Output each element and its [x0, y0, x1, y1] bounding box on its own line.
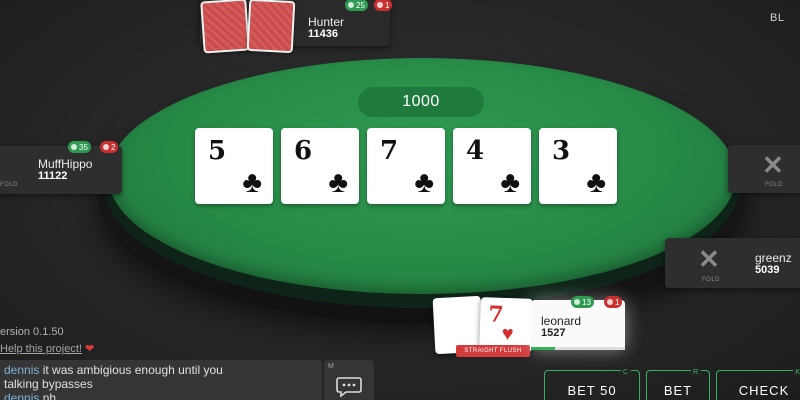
wins-badge: 35 — [68, 141, 91, 153]
wins-badge: 25 — [345, 0, 368, 11]
card-rank: 7 — [380, 136, 399, 166]
help-link[interactable]: Help this project! — [0, 343, 82, 355]
chat-message: dennis nh — [4, 391, 56, 400]
shortcut-key: M — [328, 363, 334, 370]
check-button[interactable]: CHECK K — [716, 369, 800, 400]
hand-rank-badge: STRAIGHT FLUSH — [456, 345, 530, 357]
chat-message: dennis it was ambigious enough until you — [4, 363, 223, 377]
player-stack: 11122 — [38, 170, 68, 182]
club-icon: ♣ — [328, 166, 348, 199]
chip-icon — [103, 144, 109, 150]
chip-icon — [71, 144, 77, 150]
heart-icon: ♥ — [501, 322, 514, 346]
card-rank: 6 — [294, 136, 313, 166]
player-stack: 5039 — [755, 264, 780, 276]
card-back — [200, 0, 250, 54]
player-stack: 11436 — [308, 28, 338, 40]
chip-icon — [574, 299, 580, 305]
bet-button[interactable]: BET R — [646, 369, 710, 400]
losses-badge: 2 — [100, 141, 119, 153]
card-rank: 4 — [466, 136, 485, 166]
club-icon: ♣ — [414, 166, 434, 199]
version-text: ersion 0.1.50 — [0, 326, 64, 338]
board-card-5: 3 ♣ — [539, 128, 617, 204]
blinds-label: BL — [770, 12, 785, 24]
timer-track — [531, 347, 625, 350]
board-card-2: 6 ♣ — [281, 128, 359, 204]
wins-badge: 13 — [571, 296, 594, 308]
card-rank: 3 — [552, 136, 571, 166]
shortcut-key: C — [620, 369, 631, 376]
chat-panel[interactable]: dennis it was ambigious enough until you… — [0, 360, 322, 400]
player-name: Hunter — [308, 15, 345, 29]
fold-label: FOLD — [765, 182, 784, 188]
board-card-4: 4 ♣ — [453, 128, 531, 204]
player-name: leonard — [541, 314, 582, 328]
club-icon: ♣ — [242, 166, 262, 199]
chat-toggle-button[interactable]: M — [324, 360, 374, 400]
fold-x-icon: ✕ — [762, 150, 784, 180]
heart-icon: ❤ — [85, 343, 95, 355]
player-stack: 1527 — [541, 327, 566, 339]
chip-icon — [607, 299, 613, 305]
chat-author[interactable]: dennis — [4, 363, 39, 377]
shortcut-key: R — [690, 369, 701, 376]
chip-icon — [348, 2, 354, 8]
speech-bubble-icon — [336, 377, 362, 398]
chip-icon — [377, 2, 383, 8]
club-icon: ♣ — [586, 166, 606, 199]
shortcut-key: K — [793, 369, 800, 376]
board-card-1: 5 ♣ — [195, 128, 273, 204]
player-name: MuffHippo — [38, 157, 93, 171]
fold-label: FOLD — [702, 277, 721, 283]
fold-label: FOLD — [0, 182, 19, 188]
chat-author[interactable]: dennis — [4, 391, 39, 400]
losses-badge: 1 — [604, 296, 623, 308]
bet-50-button[interactable]: BET 50 C — [544, 369, 640, 400]
pot-display: 1000 — [358, 87, 484, 117]
losses-badge: 1 — [374, 0, 393, 11]
club-icon: ♣ — [459, 323, 475, 346]
board-card-3: 7 ♣ — [367, 128, 445, 204]
club-icon: ♣ — [500, 166, 520, 199]
player-name: greenz — [755, 251, 792, 265]
help-link-row: Help this project! ❤ — [0, 342, 94, 355]
timer-fill — [531, 347, 555, 350]
chat-message: talking bypasses — [4, 377, 93, 391]
card-rank: 5 — [208, 136, 227, 166]
card-back — [246, 0, 296, 54]
fold-x-icon: ✕ — [698, 244, 720, 274]
